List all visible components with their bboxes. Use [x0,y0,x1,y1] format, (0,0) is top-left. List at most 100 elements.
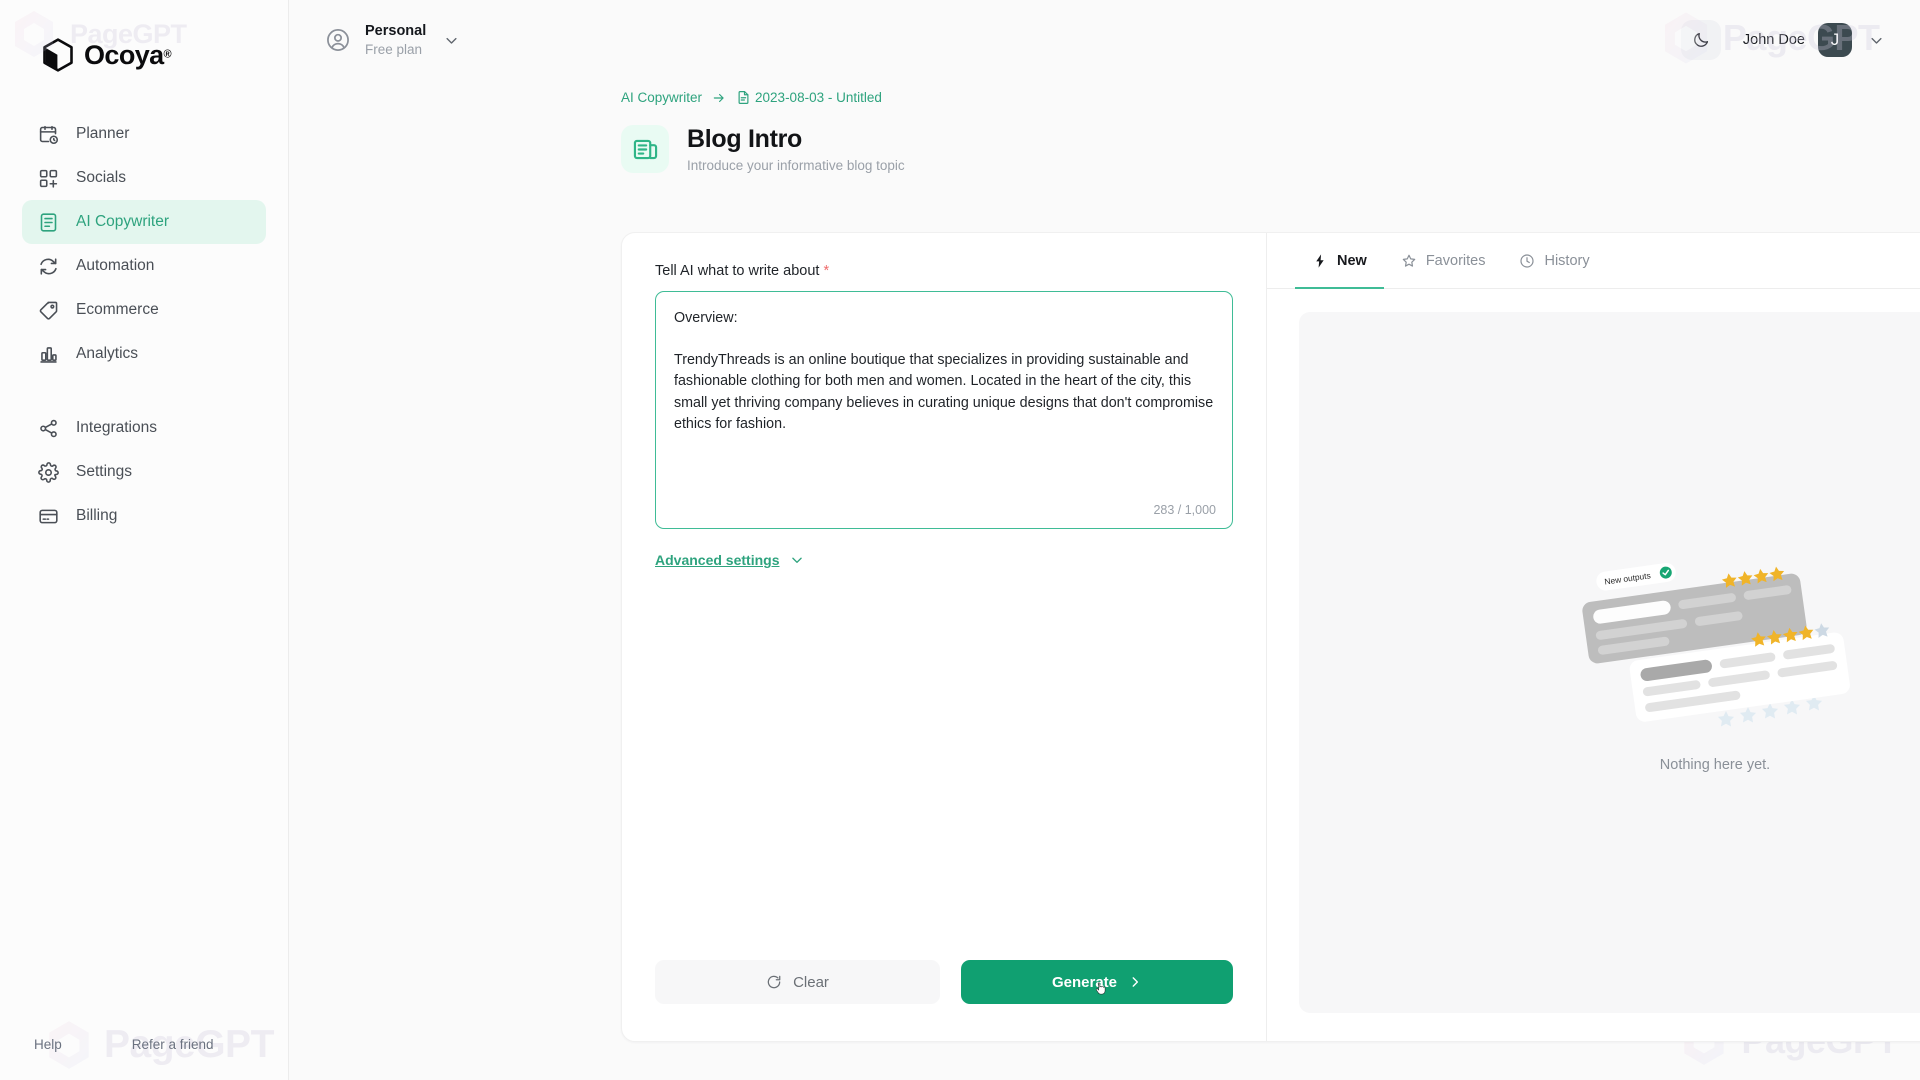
help-link[interactable]: Help [34,1037,62,1052]
workspace-text: Personal Free plan [365,22,426,59]
calendar-clock-icon [39,125,59,144]
sidebar-nav: Planner Socials AI Copywriter Automation… [0,112,288,538]
avatar: J [1818,23,1852,57]
arrow-right-icon [713,93,724,102]
brand-registered: ® [163,48,172,61]
sidebar-item-label: Billing [76,507,118,524]
output-tabs: New Favorites History [1267,233,1920,289]
advanced-settings-label: Advanced settings [655,552,780,568]
sidebar-item-label: AI Copywriter [76,213,170,230]
newspaper-icon [633,139,657,159]
sidebar-item-ai-copywriter[interactable]: AI Copywriter [22,200,266,244]
empty-state-illustration: New outputs [1582,562,1850,726]
sidebar-item-label: Automation [76,257,155,274]
chevron-down-icon [446,37,457,44]
sidebar-item-planner[interactable]: Planner [22,112,266,156]
page-title-row: Blog Intro Introduce your informative bl… [621,125,1920,173]
prompt-textarea-value: Overview: TrendyThreads is an online bou… [674,310,1214,432]
clear-button-label: Clear [793,973,829,991]
moon-icon [1694,32,1708,47]
breadcrumb-current-label: 2023-08-03 - Untitled [755,90,882,105]
empty-state: New outputs Nothing here yet. [1299,312,1920,1013]
topbar: Personal Free plan PageGPT John Doe J [289,0,1920,80]
prompt-panel: Tell AI what to write about * Overview: … [622,233,1267,1041]
copywriter-card: Tell AI what to write about * Overview: … [621,232,1920,1042]
blog-intro-icon [621,125,669,173]
sidebar-footer: Help Refer a friend [0,1037,288,1052]
tab-favorites[interactable]: Favorites [1384,234,1503,289]
chevron-down-icon [792,557,803,564]
character-counter: 283 / 1,000 [1153,503,1216,517]
page-subtitle: Introduce your informative blog topic [687,158,905,173]
lightning-icon [1316,253,1324,268]
tab-label: New [1337,252,1367,269]
sidebar-item-analytics[interactable]: Analytics [22,332,266,376]
brand-name: Ocoya [84,39,164,70]
output-panel: New Favorites History New outputs Nothin… [1267,233,1920,1041]
prompt-textarea[interactable]: Overview: TrendyThreads is an online bou… [655,291,1233,529]
form-actions: Clear Generate [655,960,1233,1004]
workspace-plan: Free plan [365,41,423,57]
gear-icon [38,461,59,483]
sidebar-item-label: Settings [76,463,133,480]
required-marker: * [823,263,830,279]
sidebar-item-label: Analytics [76,345,139,362]
advanced-settings-toggle[interactable]: Advanced settings [655,552,804,568]
page-title-block: Blog Intro Introduce your informative bl… [687,125,905,173]
workspace-name: Personal [365,22,427,39]
sidebar-item-socials[interactable]: Socials [22,156,266,200]
tab-new[interactable]: New [1295,234,1384,289]
sidebar-group-secondary: Integrations Settings Billing [22,406,266,538]
output-content: New outputs Nothing here yet. [1267,289,1920,1041]
document-icon [738,91,749,104]
generate-button[interactable]: Generate [961,960,1233,1004]
sidebar-group-primary: Planner Socials AI Copywriter Automation… [22,112,266,376]
tag-icon [39,301,58,320]
chevron-down-icon [1871,37,1882,44]
star-icon [1402,254,1416,267]
refer-a-friend-link[interactable]: Refer a friend [132,1037,214,1052]
topbar-right: PageGPT John Doe J [1664,12,1884,64]
sidebar-item-settings[interactable]: Settings [22,450,266,494]
app-root: PageGPT Ocoya® Planner Socials AI Copywr… [0,0,1920,1080]
document-text-icon [40,212,57,232]
user-circle-icon [327,29,349,51]
share-nodes-icon [40,419,57,437]
sidebar-item-label: Socials [76,169,126,186]
sidebar-item-label: Ecommerce [76,301,159,318]
avatar-initial: J [1830,30,1840,49]
credit-card-icon [39,509,58,523]
sidebar-item-label: Integrations [76,419,157,436]
sidebar-item-automation[interactable]: Automation [22,244,266,288]
tab-label: Favorites [1425,252,1486,269]
user-menu[interactable]: John Doe J [1743,23,1884,57]
chevron-right-icon [1132,977,1139,987]
clock-icon [1520,253,1535,268]
generate-button-label: Generate [1051,973,1118,991]
refresh-cycle-icon [40,257,57,275]
sidebar-item-ecommerce[interactable]: Ecommerce [22,288,266,332]
ocoya-cube-icon [43,38,73,72]
tab-history[interactable]: History [1502,234,1606,289]
prompt-field-label: Tell AI what to write about * [655,263,1233,279]
page-title: Blog Intro [687,125,803,153]
main-area: Personal Free plan PageGPT John Doe J AI… [289,0,1920,1080]
sidebar-item-label: Planner [76,125,130,142]
prompt-label-text: Tell AI what to write about [655,263,820,279]
sidebar: PageGPT Ocoya® Planner Socials AI Copywr… [0,0,289,1080]
breadcrumb: AI Copywriter 2023-08-03 - Untitled [621,90,1920,105]
page-head: AI Copywriter 2023-08-03 - Untitled Blog… [289,80,1920,173]
grid-plus-icon [39,169,58,188]
breadcrumb-root[interactable]: AI Copywriter [621,90,702,105]
sidebar-item-integrations[interactable]: Integrations [22,406,266,450]
dark-mode-toggle[interactable] [1680,20,1721,60]
illustration-badge-pill: New outputs [1596,562,1676,590]
clear-button[interactable]: Clear [655,960,940,1004]
empty-state-text: Nothing here yet. [1659,756,1771,773]
brand-logo[interactable]: Ocoya® [0,0,288,78]
breadcrumb-current[interactable]: 2023-08-03 - Untitled [736,90,882,105]
workspace-switcher[interactable]: Personal Free plan [325,22,459,59]
refresh-icon [767,975,781,989]
user-name: John Doe [1742,32,1805,48]
sidebar-item-billing[interactable]: Billing [22,494,266,538]
